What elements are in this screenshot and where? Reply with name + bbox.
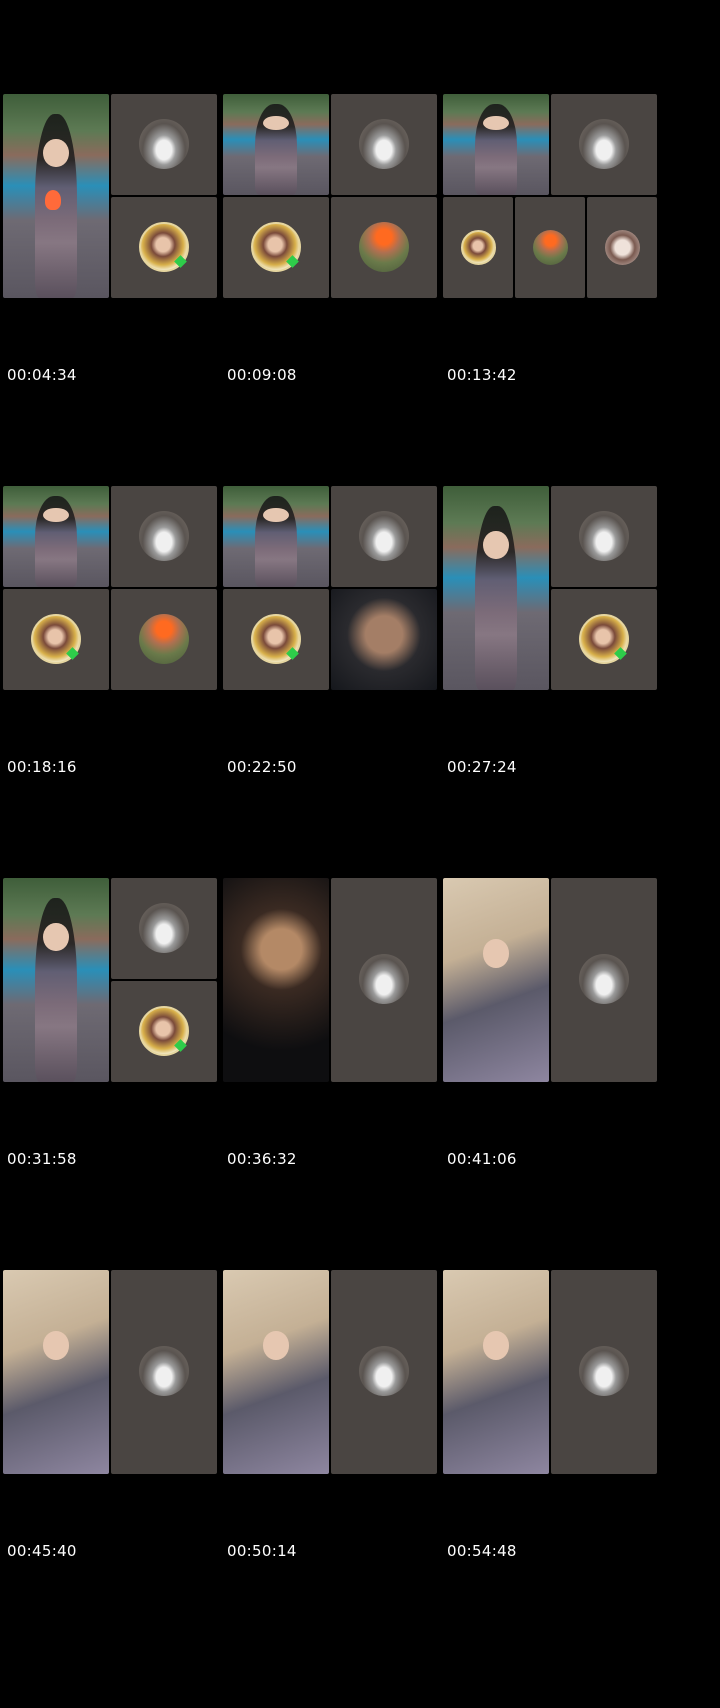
participant-tile (111, 94, 217, 195)
timestamp: 00:54:48 (447, 1542, 517, 1560)
participant-tile (551, 878, 657, 1082)
car-avatar-icon (579, 119, 629, 169)
participant-tile (111, 981, 217, 1082)
girl-avatar-icon (461, 230, 496, 265)
participant-tile (3, 589, 109, 690)
participant-tile (111, 197, 217, 298)
video-frame (3, 94, 237, 316)
participant-video (3, 1270, 109, 1474)
timestamp: 00:13:42 (447, 366, 517, 384)
timestamp: 00:04:34 (7, 366, 77, 384)
participant-tile (331, 878, 437, 1082)
participant-video (223, 878, 329, 1082)
car-avatar-icon (139, 119, 189, 169)
timestamp: 00:31:58 (7, 1150, 77, 1168)
car-avatar-icon (359, 954, 409, 1004)
participant-video (223, 1270, 329, 1474)
timestamp: 00:45:40 (7, 1542, 77, 1560)
video-frame (3, 1270, 237, 1492)
timestamp: 00:22:50 (227, 758, 297, 776)
video-frame (223, 94, 457, 316)
participant-tile (551, 589, 657, 690)
participant-tile (223, 197, 329, 298)
video-frame (223, 486, 457, 708)
participant-video (443, 1270, 549, 1474)
participant-video (443, 94, 549, 195)
participant-tile (111, 486, 217, 587)
participant-video (223, 94, 329, 195)
car-avatar-icon (139, 1346, 189, 1396)
car-avatar-icon (579, 511, 629, 561)
car-avatar-icon (359, 1346, 409, 1396)
timestamp: 00:41:06 (447, 1150, 517, 1168)
participant-tile (443, 197, 513, 298)
video-frame (443, 1270, 677, 1492)
timestamp: 00:09:08 (227, 366, 297, 384)
participant-tile (331, 94, 437, 195)
participant-tile (223, 589, 329, 690)
timestamp: 00:27:24 (447, 758, 517, 776)
timestamp: 00:50:14 (227, 1542, 297, 1560)
participant-video (331, 589, 437, 690)
participant-video (3, 94, 109, 298)
woman-avatar-icon (605, 230, 640, 265)
participant-tile (587, 197, 657, 298)
participant-video (3, 878, 109, 1082)
car-avatar-icon (139, 511, 189, 561)
video-frame (223, 1270, 457, 1492)
timestamp: 00:18:16 (7, 758, 77, 776)
car-avatar-icon (139, 903, 189, 953)
participant-tile (111, 878, 217, 979)
participant-video (223, 486, 329, 587)
participant-tile (331, 1270, 437, 1474)
participant-tile (111, 589, 217, 690)
video-frame (443, 94, 677, 316)
video-frame (443, 486, 677, 708)
participant-video (443, 486, 549, 690)
man-avatar-icon (139, 614, 189, 664)
video-frame (223, 878, 457, 1100)
car-avatar-icon (359, 511, 409, 561)
video-frame (443, 878, 677, 1100)
video-frame (3, 878, 237, 1100)
man-avatar-icon (533, 230, 568, 265)
car-avatar-icon (359, 119, 409, 169)
participant-tile (551, 486, 657, 587)
car-avatar-icon (579, 1346, 629, 1396)
participant-tile (551, 1270, 657, 1474)
participant-tile (515, 197, 585, 298)
participant-video (443, 878, 549, 1082)
timestamp: 00:36:32 (227, 1150, 297, 1168)
participant-tile (111, 1270, 217, 1474)
participant-video (3, 486, 109, 587)
participant-tile (331, 486, 437, 587)
car-avatar-icon (579, 954, 629, 1004)
sticker-icon (45, 190, 61, 210)
video-frame (3, 486, 237, 708)
man-avatar-icon (359, 222, 409, 272)
participant-tile (551, 94, 657, 195)
participant-tile (331, 197, 437, 298)
